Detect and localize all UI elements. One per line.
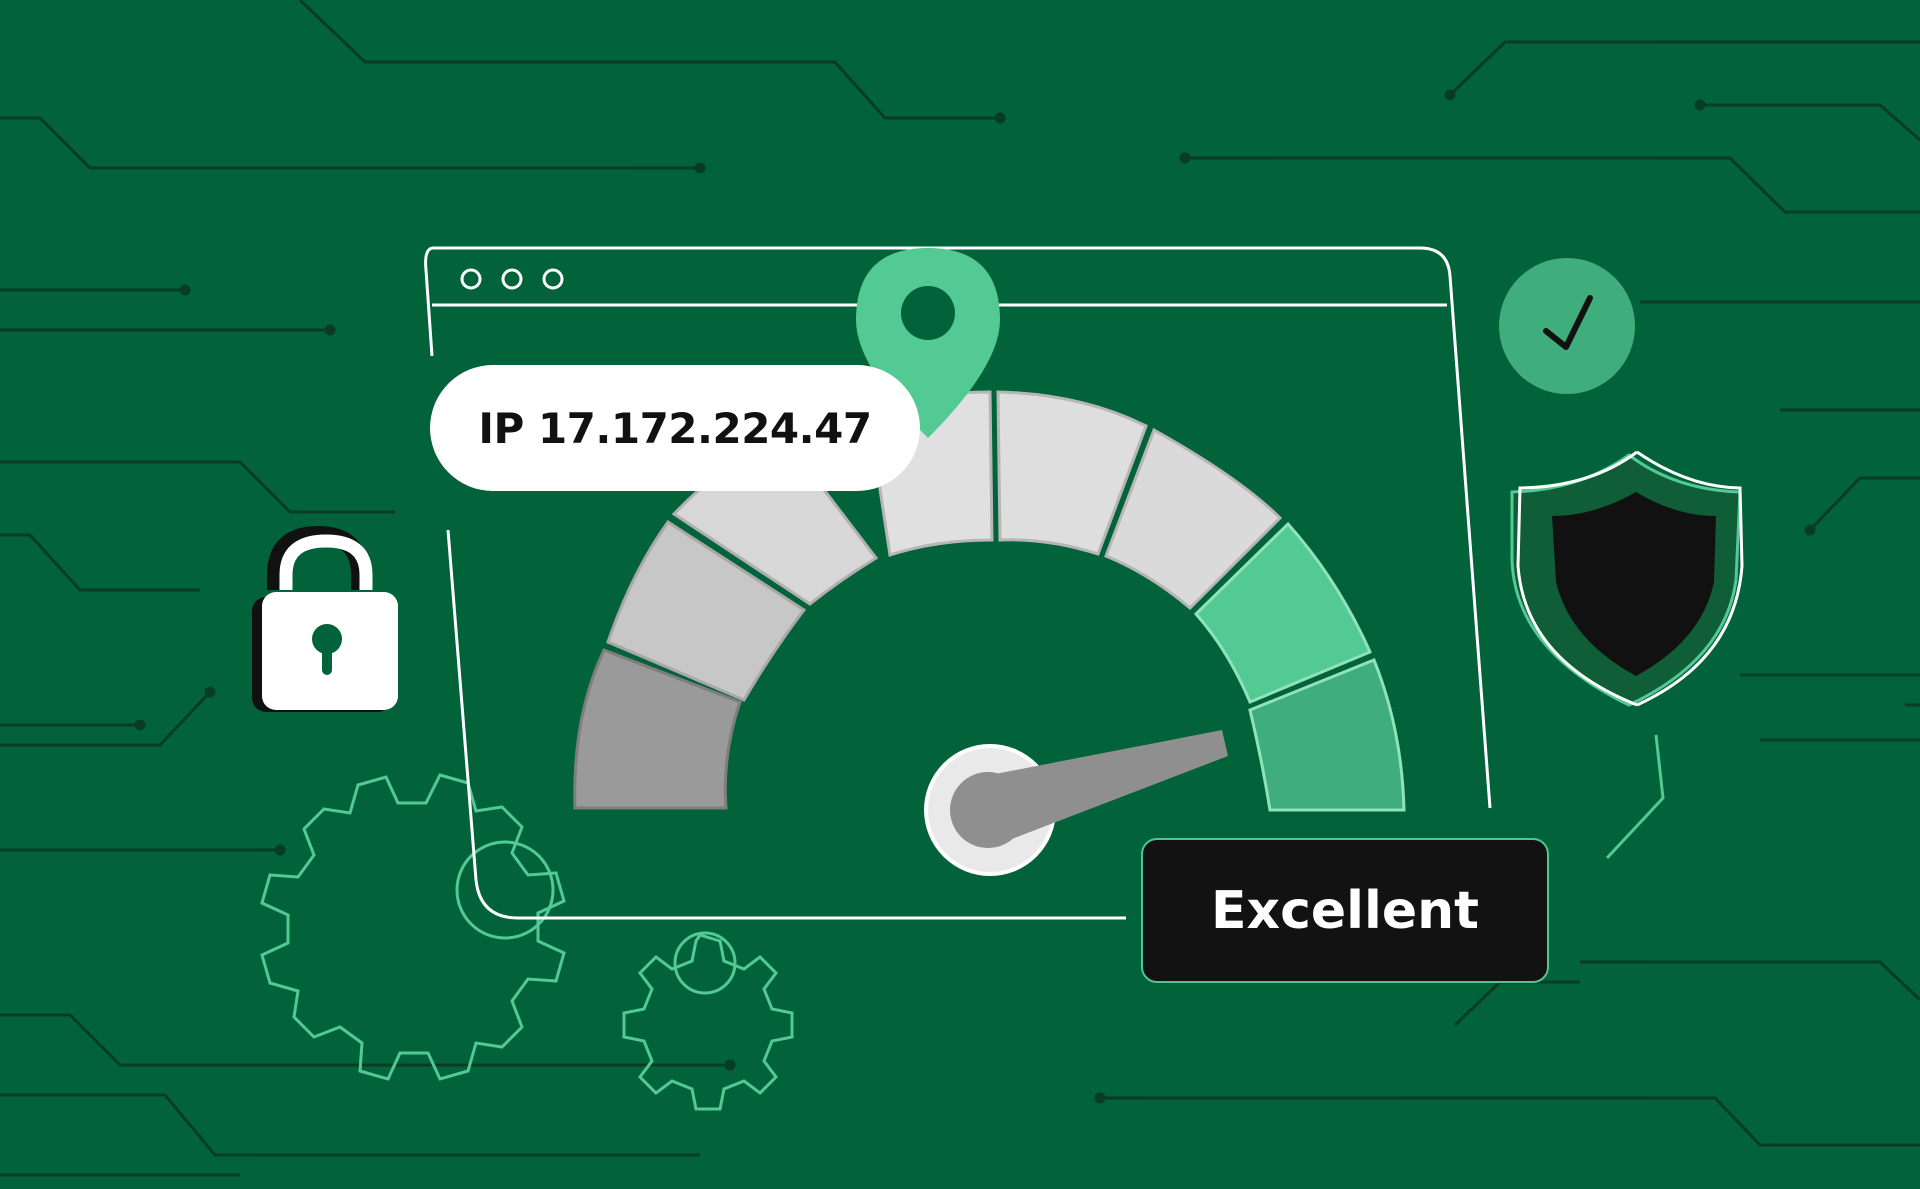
- connector-line: [1605, 734, 1665, 860]
- checkmark-circle-icon: [1499, 258, 1635, 394]
- lock-icon: [252, 525, 398, 712]
- illustration-canvas: [0, 0, 1920, 1177]
- rating-label: Excellent: [1141, 838, 1549, 983]
- ip-address-label: IP 17.172.224.47: [430, 365, 920, 491]
- shield-icon: [1510, 450, 1744, 707]
- gear-icon: [260, 773, 566, 1081]
- window-dots-icon: [460, 268, 564, 290]
- gear-icon: [622, 931, 794, 1111]
